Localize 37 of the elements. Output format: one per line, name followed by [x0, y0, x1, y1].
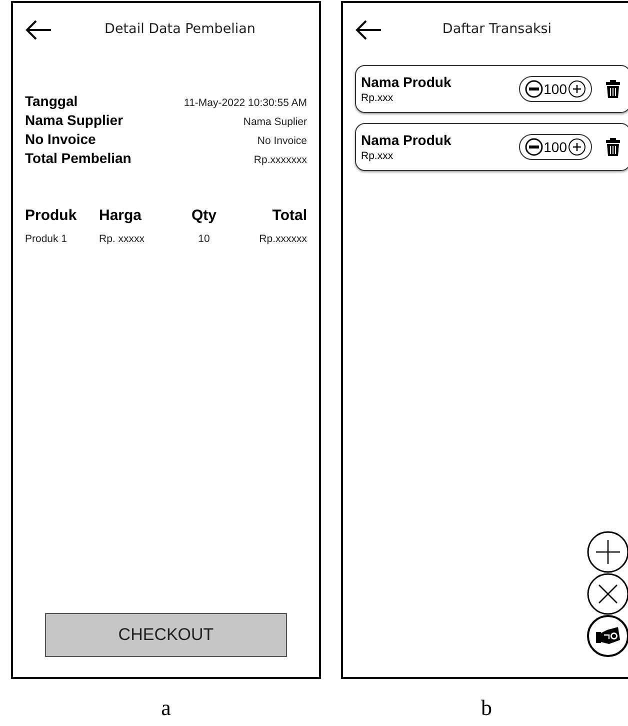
field-value: No Invoice — [257, 135, 307, 147]
minus-icon[interactable] — [524, 138, 543, 156]
field-label: Nama Supplier — [25, 112, 124, 128]
field-value: Nama Suplier — [243, 116, 307, 128]
product-name: Nama Produk — [361, 74, 452, 90]
column-header: Qty — [190, 207, 218, 224]
field-value: Rp.xxxxxxx — [254, 154, 307, 166]
add-icon[interactable] — [587, 531, 628, 573]
table-cell-text: 10 — [197, 233, 211, 245]
column-header: Total — [271, 207, 307, 224]
back-arrow-icon[interactable] — [355, 20, 383, 40]
screen-title: Detail Data Pembelian — [104, 21, 256, 37]
table-cell-text: Rp.xxxxxx — [258, 233, 307, 245]
table-cell-text: Rp. xxxxx — [99, 233, 146, 245]
minus-icon[interactable] — [524, 80, 543, 98]
product-price: Rp.xxx — [361, 92, 394, 104]
plus-icon[interactable] — [568, 138, 586, 156]
field-value: 11-May-2022 10:30:55 AM — [184, 97, 307, 109]
product-price: Rp.xxx — [361, 150, 394, 162]
product-name: Nama Produk — [361, 132, 452, 148]
column-header: Harga — [99, 207, 143, 224]
field-label: Total Pembelian — [25, 150, 132, 166]
trash-icon[interactable] — [606, 80, 620, 98]
field-label: No Invoice — [25, 131, 96, 147]
field-label: Tanggal — [25, 93, 78, 109]
plus-icon[interactable] — [568, 80, 586, 98]
checkout-button[interactable]: CHECKOUT — [45, 613, 287, 657]
screen-title: Daftar Transaksi — [441, 21, 553, 37]
figure-caption: b — [481, 695, 492, 721]
quantity-value: 100 — [544, 81, 567, 97]
close-icon[interactable] — [587, 573, 628, 615]
quantity-value: 100 — [544, 139, 567, 155]
table-cell-text: Produk 1 — [25, 233, 68, 245]
back-arrow-icon[interactable] — [25, 20, 53, 40]
trash-icon[interactable] — [606, 138, 620, 156]
column-header: Produk — [25, 207, 78, 224]
figure-caption: a — [161, 695, 171, 721]
